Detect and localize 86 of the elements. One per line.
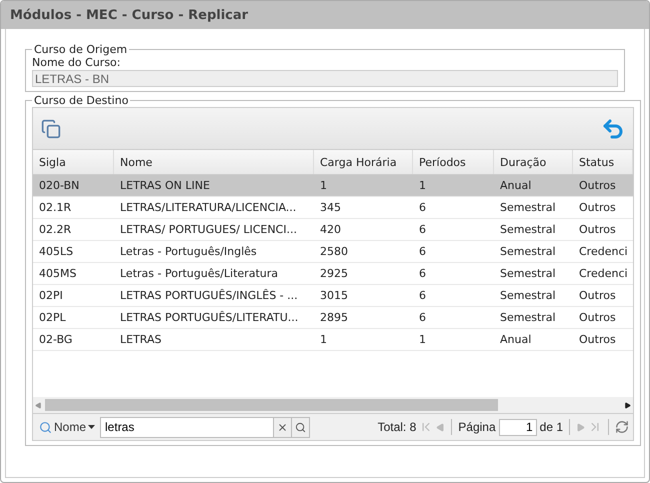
table-cell-text: Semestral — [499, 267, 557, 280]
refresh-icon — [615, 420, 629, 434]
column-header[interactable]: Status — [573, 150, 633, 174]
refresh-button[interactable] — [615, 420, 629, 434]
clear-button[interactable] — [274, 416, 292, 438]
table-cell-text: Outros — [578, 289, 617, 302]
field-label: Nome do Curso: — [32, 56, 122, 69]
table-cell-text: LETRAS PORTUGUÊS/LITERATU... — [119, 311, 300, 324]
table-row[interactable]: 020-BN LETRAS ON LINE 1 1 Anual Outros — [33, 175, 633, 197]
table-cell-text: Semestral — [499, 223, 557, 236]
copy-button[interactable] — [41, 118, 61, 138]
table-cell-text: 1 — [418, 333, 427, 346]
table-cell-text: 2925 — [319, 267, 349, 280]
table-cell-text: Anual — [499, 179, 532, 192]
table-cell-text: 02PL — [38, 311, 67, 324]
search-field[interactable]: letras — [100, 416, 274, 438]
table-cell-text: 6 — [418, 245, 427, 258]
table-cell-text: LETRAS/ PORTUGUES/ LICENCI... — [119, 223, 298, 236]
table-cell-text: 020-BN — [38, 179, 80, 192]
table-cell-text: 345 — [319, 201, 342, 214]
previous-icon — [436, 422, 446, 432]
table-cell-text: 2580 — [319, 245, 349, 258]
table-cell-text: Outros — [578, 223, 617, 236]
scroll-left-icon — [35, 402, 42, 408]
table-cell-text: Outros — [578, 311, 617, 324]
scrollbar-thumb[interactable] — [45, 399, 498, 411]
table-cell-text: 1 — [319, 179, 328, 192]
page-field[interactable]: 1 — [498, 418, 537, 436]
next-icon — [576, 422, 585, 432]
table-cell-text: 6 — [418, 201, 427, 214]
table-cell-text: 405LS — [38, 245, 74, 258]
table-cell-text: 3015 — [319, 289, 349, 302]
column-header[interactable]: Períodos — [413, 150, 494, 174]
course-name-field[interactable]: LETRAS - BN — [32, 70, 618, 87]
column-header[interactable]: Nome — [114, 150, 314, 174]
table-cell-text: 1 — [418, 179, 427, 192]
column-header[interactable]: Carga Horária — [314, 150, 413, 174]
horizontal-scrollbar[interactable] — [33, 397, 633, 413]
close-icon — [277, 422, 288, 432]
table-cell-text: Letras - Português/Literatura — [119, 267, 279, 280]
table-cell-text: LETRAS ON LINE — [119, 179, 211, 192]
table-cell-text: Semestral — [499, 289, 557, 302]
caret-icon — [88, 425, 96, 429]
table-cell-text: Anual — [499, 333, 532, 346]
table-cell-text: 02.1R — [38, 201, 72, 214]
prev-page-button[interactable] — [436, 422, 446, 432]
table-cell-text: LETRAS — [119, 333, 163, 346]
table-cell-text: 6 — [418, 311, 427, 324]
table-cell-text: Semestral — [499, 201, 557, 214]
search-button[interactable] — [292, 416, 310, 438]
total-count: Total: 8 — [378, 420, 416, 434]
page-count: de 1 — [540, 420, 563, 434]
next-page-button[interactable] — [576, 422, 585, 432]
fieldset-legend: Curso de Origem — [32, 43, 130, 56]
search-icon — [295, 422, 306, 432]
table-cell-text: Semestral — [499, 245, 557, 258]
table-cell-text: 6 — [418, 223, 427, 236]
table-cell-text: Outros — [578, 201, 617, 214]
table-cell-text: Outros — [578, 333, 617, 346]
undo-icon — [601, 116, 625, 140]
filter-dropdown[interactable]: Nome — [37, 420, 98, 434]
table-cell-text: LETRAS PORTUGUÊS/INGLÊS - ... — [119, 289, 299, 302]
table-cell-text: LETRAS/LITERATURA/LICENCIA... — [119, 201, 298, 214]
scroll-right-icon — [624, 402, 631, 408]
table-cell-text: 2895 — [319, 311, 349, 324]
fieldset-legend: Curso de Destino — [32, 94, 130, 107]
table-cell-text: 02PI — [38, 289, 64, 302]
table-cell-text: Semestral — [499, 311, 557, 324]
window-title: Módulos - MEC - Curso - Replicar — [1, 1, 649, 29]
search-icon — [39, 420, 52, 434]
column-header[interactable]: Sigla — [33, 150, 114, 174]
page-label: Página — [458, 420, 496, 434]
table-cell-text: Outros — [578, 179, 617, 192]
table-cell-text: 02-BG — [38, 333, 74, 346]
table-cell-text: 1 — [319, 333, 328, 346]
column-header[interactable]: Duração — [494, 150, 573, 174]
table-cell-text: 420 — [319, 223, 342, 236]
table-cell-text: Credenci — [578, 245, 629, 258]
table-cell-text: 6 — [418, 267, 427, 280]
table-cell-text: Credenci — [578, 267, 629, 280]
undo-button[interactable] — [601, 116, 625, 140]
table-cell-text: 405MS — [38, 267, 78, 280]
table-cell-text: 02.2R — [38, 223, 72, 236]
table-cell-text: 6 — [418, 289, 427, 302]
copy-icon — [41, 118, 61, 138]
table-cell-text: Letras - Português/Inglês — [119, 245, 258, 258]
